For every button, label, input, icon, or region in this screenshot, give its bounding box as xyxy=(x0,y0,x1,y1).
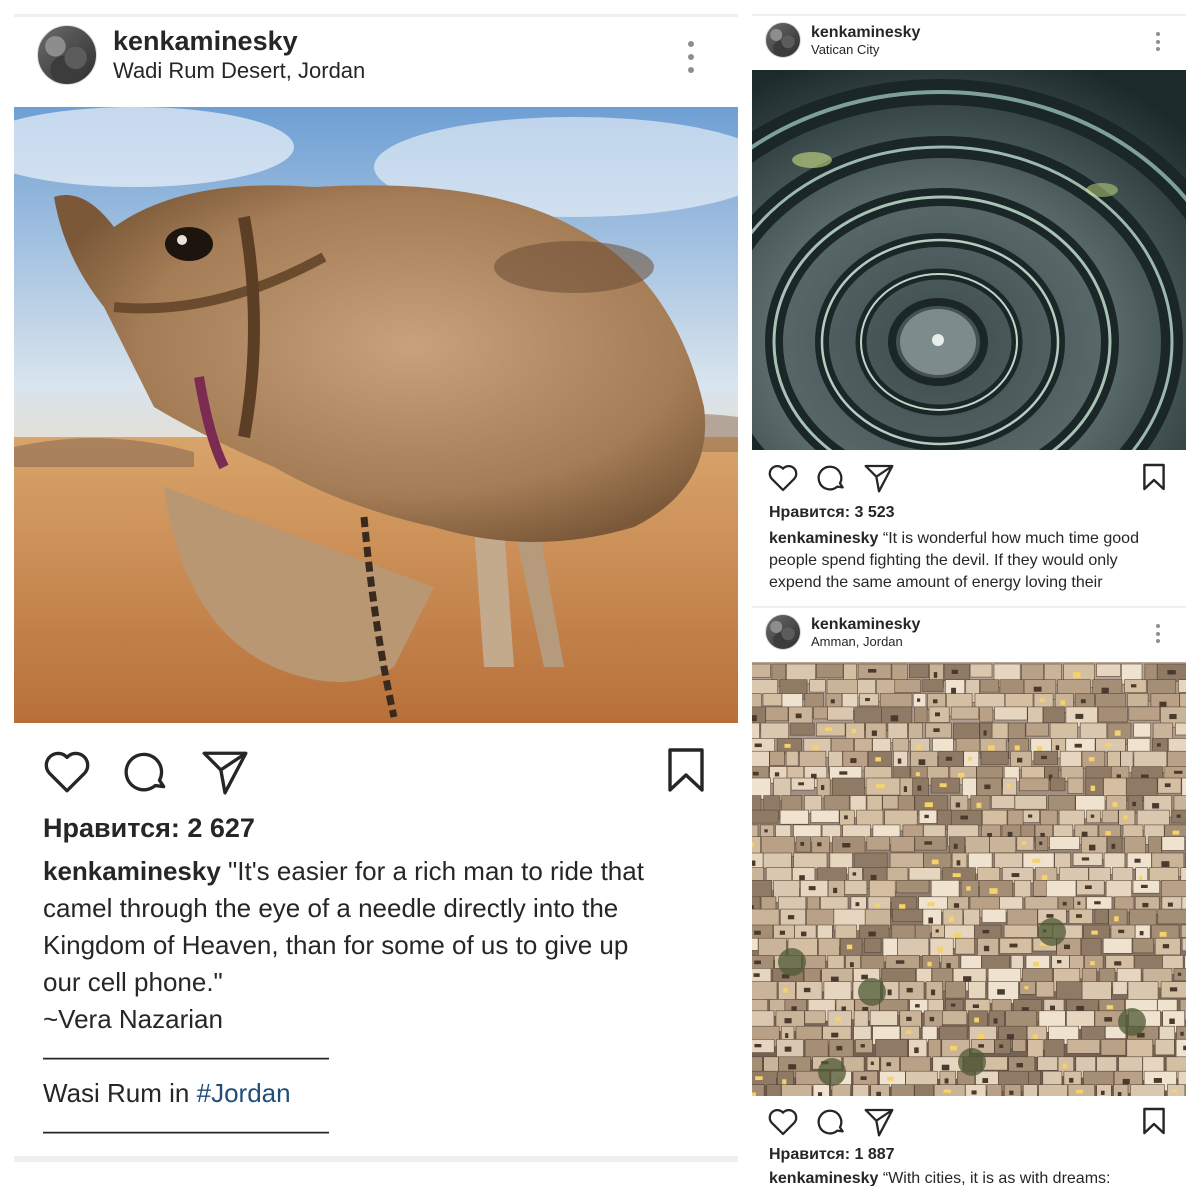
post-image-staircase[interactable] xyxy=(752,70,1186,450)
more-options-icon[interactable] xyxy=(1156,624,1160,643)
caption-line: camel through the eye of a needle direct… xyxy=(43,893,619,923)
post-separator xyxy=(14,1156,738,1162)
caption-username[interactable]: kenkaminesky xyxy=(769,1170,878,1186)
post-header: kenkaminesky Wadi Rum Desert, Jordan xyxy=(14,21,738,89)
likes-count[interactable]: Нравится: 3 523 xyxy=(769,504,895,522)
post-actions xyxy=(752,1104,1186,1140)
post-caption: kenkaminesky “With cities, it is as with… xyxy=(769,1168,1174,1186)
post-amman: kenkaminesky Amman, Jordan Нравится: 1 8… xyxy=(752,606,1186,1186)
heart-icon[interactable] xyxy=(767,462,799,494)
caption-line: our cell phone." xyxy=(43,967,223,997)
bookmark-icon[interactable] xyxy=(1142,462,1166,492)
more-options-icon[interactable] xyxy=(688,41,694,73)
bookmark-icon[interactable] xyxy=(666,747,706,793)
caption-line: ~Vera Nazarian xyxy=(43,1004,223,1034)
post-username[interactable]: kenkaminesky xyxy=(113,25,365,57)
post-header: kenkaminesky Vatican City xyxy=(752,18,1186,62)
heart-icon[interactable] xyxy=(42,747,92,797)
share-icon[interactable] xyxy=(863,462,895,494)
comment-icon[interactable] xyxy=(816,1106,848,1138)
share-icon[interactable] xyxy=(863,1106,895,1138)
more-options-icon[interactable] xyxy=(1156,32,1160,51)
caption-line: Wasi Rum in xyxy=(43,1078,197,1108)
avatar[interactable] xyxy=(765,22,801,58)
caption-text: “With cities, it is as with dreams: xyxy=(882,1170,1111,1186)
likes-count[interactable]: Нравится: 1 887 xyxy=(769,1146,895,1164)
avatar[interactable] xyxy=(765,614,801,650)
post-staircase: kenkaminesky Vatican City Нравится: 3 52… xyxy=(752,14,1186,600)
heart-icon[interactable] xyxy=(767,1106,799,1138)
caption-username[interactable]: kenkaminesky xyxy=(43,856,221,886)
post-image-camel[interactable] xyxy=(14,107,738,723)
bookmark-icon[interactable] xyxy=(1142,1106,1166,1136)
post-actions xyxy=(752,460,1186,496)
comment-icon[interactable] xyxy=(816,462,848,494)
likes-count[interactable]: Нравится: 2 627 xyxy=(43,813,255,844)
post-caption: kenkaminesky “It is wonderful how much t… xyxy=(769,528,1174,594)
post-header: kenkaminesky Amman, Jordan xyxy=(752,610,1186,654)
caption-line: Kingdom of Heaven, than for some of us t… xyxy=(43,930,629,960)
share-icon[interactable] xyxy=(200,747,250,797)
post-location[interactable]: Amman, Jordan xyxy=(811,634,920,650)
caption-username[interactable]: kenkaminesky xyxy=(769,530,878,547)
caption-divider: ——————————— xyxy=(43,1115,329,1145)
post-username[interactable]: kenkaminesky xyxy=(811,23,920,42)
post-caption: kenkaminesky "It's easier for a rich man… xyxy=(43,853,723,1149)
caption-divider: ——————————— xyxy=(43,1041,329,1071)
post-image-amman[interactable] xyxy=(752,662,1186,1096)
avatar[interactable] xyxy=(37,25,97,85)
post-username[interactable]: kenkaminesky xyxy=(811,615,920,634)
post-location[interactable]: Vatican City xyxy=(811,42,920,58)
hashtag-link[interactable]: #Jordan xyxy=(197,1078,291,1108)
post-location[interactable]: Wadi Rum Desert, Jordan xyxy=(113,57,365,85)
caption-line: "It's easier for a rich man to ride that xyxy=(228,856,644,886)
post-actions xyxy=(14,743,738,803)
comment-icon[interactable] xyxy=(122,747,172,797)
post-camel: kenkaminesky Wadi Rum Desert, Jordan Нра… xyxy=(14,14,738,1186)
